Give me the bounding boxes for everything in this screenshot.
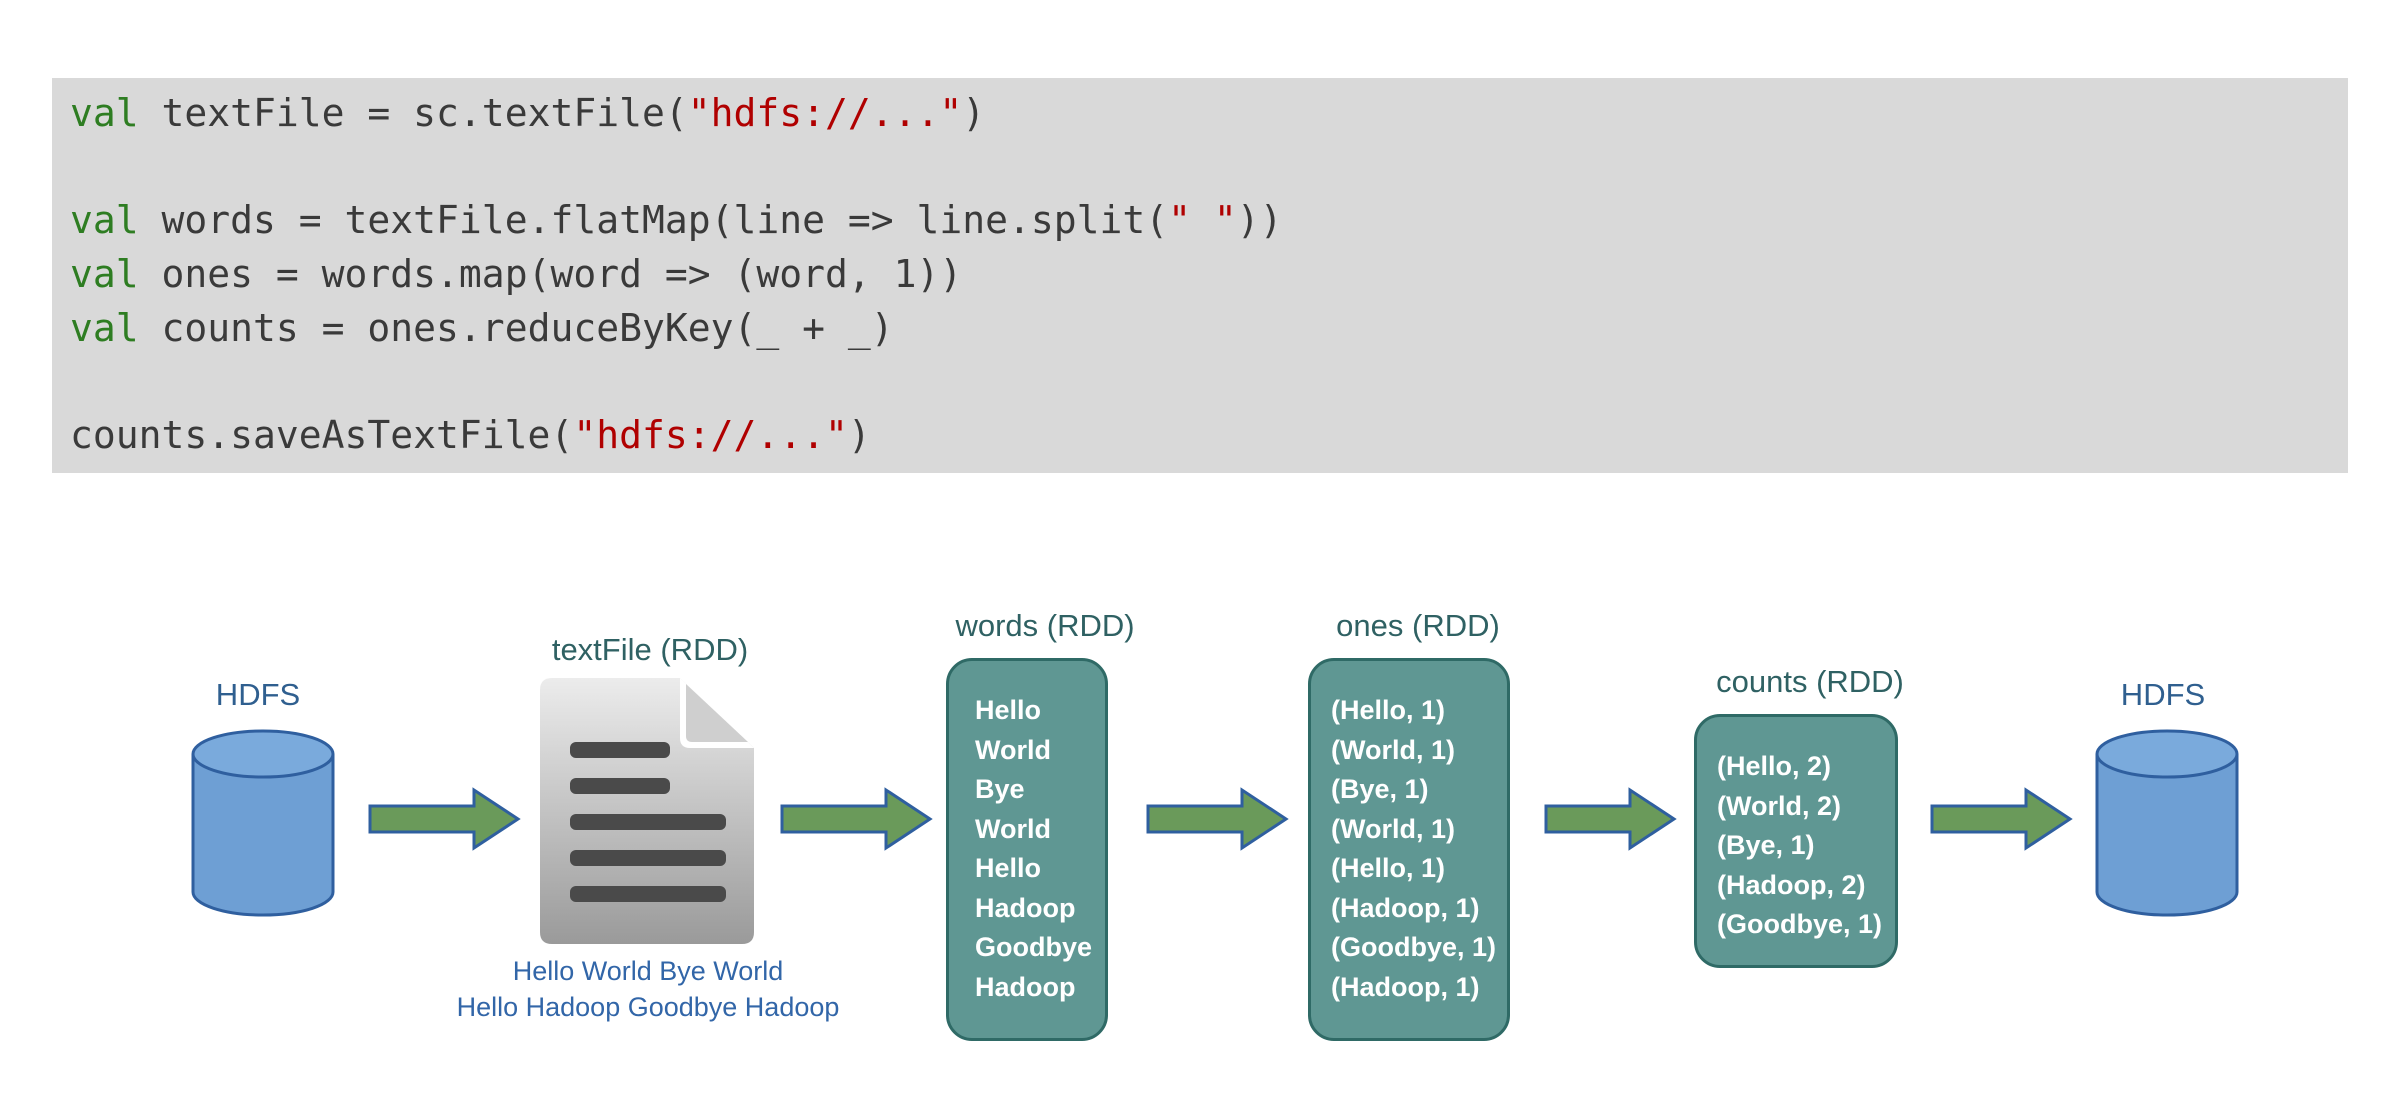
code-block: val textFile = sc.textFile("hdfs://...")… (52, 78, 2348, 473)
textfile-caption-line-1: Hello World Bye World (512, 956, 784, 986)
code-string: " " (1168, 198, 1237, 242)
rdd-item: (Goodbye, 1) (1717, 909, 1883, 939)
rdd-item: Goodbye (975, 932, 1093, 962)
textfile-caption-line-2: Hello Hadoop Goodbye Hadoop (456, 992, 840, 1022)
rdd-item: (Hadoop, 2) (1717, 869, 1866, 900)
flow-arrow-icon (1930, 787, 2073, 851)
code-text: words = textFile.flatMap(line => line.sp… (138, 198, 1169, 242)
rdd-item: (World, 1) (1331, 813, 1455, 844)
rdd-item: (Goodbye, 1) (1331, 932, 1497, 962)
ones-rdd-label: ones (RDD) (1336, 608, 1500, 643)
hdfs-input-label: HDFS (215, 677, 301, 712)
rdd-item: Hadoop (975, 892, 1076, 923)
code-text: )) (1236, 198, 1283, 242)
code-line: val words = textFile.flatMap(line => lin… (70, 195, 1283, 245)
hdfs-output-cylinder-icon (2095, 729, 2239, 917)
code-keyword: val (70, 306, 139, 350)
code-keyword: val (70, 198, 139, 242)
code-text: counts.saveAsTextFile( (70, 413, 574, 457)
code-text: ) (962, 91, 986, 135)
words-rdd-box: Hello World Bye World Hello Hadoop Goodb… (946, 658, 1108, 1041)
code-text: ones = words.map(word => (word, 1)) (138, 252, 963, 296)
code-keyword: val (70, 252, 139, 296)
rdd-item: (Bye, 1) (1717, 830, 1815, 860)
rdd-item: Hello (975, 853, 1042, 883)
counts-rdd-label: counts (RDD) (1716, 664, 1904, 699)
code-line: val ones = words.map(word => (word, 1)) (70, 249, 962, 299)
code-string: "hdfs://..." (573, 413, 848, 457)
flow-arrow-icon (780, 787, 933, 851)
rdd-item: (World, 1) (1331, 734, 1455, 765)
code-text: counts = ones.reduceByKey(_ + _) (138, 306, 894, 350)
code-text: ) (847, 413, 871, 457)
rdd-item: (Hadoop, 1) (1331, 971, 1480, 1002)
hdfs-output-label: HDFS (2120, 677, 2206, 712)
rdd-item: Hadoop (975, 971, 1076, 1002)
code-line: val textFile = sc.textFile("hdfs://...") (70, 88, 985, 138)
rdd-item: (Hello, 2) (1717, 751, 1832, 781)
rdd-item: Bye (975, 774, 1025, 804)
rdd-item: (Hello, 1) (1331, 695, 1446, 725)
ones-rdd-box: (Hello, 1) (World, 1) (Bye, 1) (World, 1… (1308, 658, 1510, 1041)
counts-rdd-box: (Hello, 2) (World, 2) (Bye, 1) (Hadoop, … (1694, 714, 1898, 968)
hdfs-input-cylinder-icon (191, 729, 335, 917)
rdd-item: (World, 2) (1717, 790, 1841, 821)
code-string: "hdfs://..." (687, 91, 963, 135)
rdd-item: Hello (975, 695, 1042, 725)
rdd-item: (Hello, 1) (1331, 853, 1446, 883)
flow-arrow-icon (368, 787, 521, 851)
words-rdd-label: words (RDD) (955, 608, 1135, 643)
rdd-item: World (975, 734, 1051, 765)
rdd-item: (Hadoop, 1) (1331, 892, 1480, 923)
code-keyword: val (70, 91, 139, 135)
code-line: counts.saveAsTextFile("hdfs://...") (70, 410, 871, 460)
code-line: val counts = ones.reduceByKey(_ + _) (70, 303, 894, 353)
flow-arrow-icon (1146, 787, 1289, 851)
textfile-rdd-label: textFile (RDD) (551, 632, 749, 667)
code-text: textFile = sc.textFile( (138, 91, 688, 135)
document-icon (540, 678, 754, 944)
rdd-item: (Bye, 1) (1331, 774, 1429, 804)
flow-arrow-icon (1544, 787, 1677, 851)
rdd-item: World (975, 813, 1051, 844)
